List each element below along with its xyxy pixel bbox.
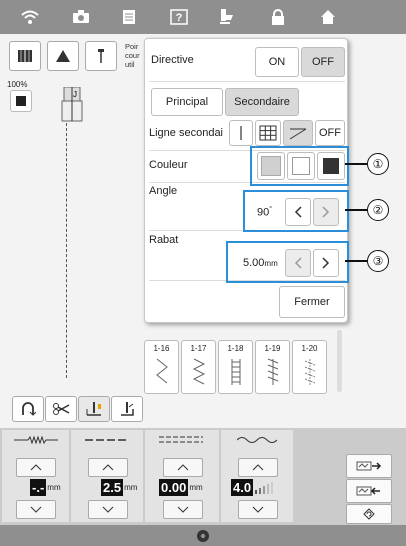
pressure-down-button[interactable] bbox=[238, 500, 278, 519]
tension-up-button[interactable] bbox=[163, 458, 203, 477]
stitch-number: 1-20 bbox=[301, 344, 318, 353]
length-value: 2.5 mm bbox=[101, 479, 137, 496]
info-line: Poir bbox=[125, 42, 139, 51]
length-down-button[interactable] bbox=[88, 500, 128, 519]
needle-icon[interactable] bbox=[85, 41, 117, 71]
close-button[interactable]: Fermer bbox=[279, 286, 345, 318]
wifi-icon[interactable] bbox=[18, 5, 42, 29]
stitch-number: 1-19 bbox=[264, 344, 281, 353]
directive-off-button[interactable]: OFF bbox=[301, 47, 345, 77]
info-line: util bbox=[125, 60, 135, 69]
length-unit: mm bbox=[124, 483, 138, 492]
tension-number: 0.00 bbox=[159, 479, 189, 496]
reset-icon[interactable] bbox=[346, 504, 392, 524]
pressure-number: 4.0 bbox=[231, 479, 254, 496]
pivot-icon[interactable] bbox=[111, 396, 143, 422]
status-bar bbox=[0, 525, 406, 546]
angle-label: Angle bbox=[149, 185, 178, 197]
svg-text:?: ? bbox=[176, 12, 183, 24]
thread-cutter-icon[interactable] bbox=[45, 396, 77, 422]
callout-1: ① bbox=[367, 153, 389, 175]
scrollbar[interactable] bbox=[337, 330, 342, 392]
ligne-secondaire-label: Ligne secondai bbox=[149, 127, 224, 139]
settings-gear-icon[interactable] bbox=[196, 529, 210, 543]
length-up-button[interactable] bbox=[88, 458, 128, 477]
tension-icon bbox=[159, 436, 203, 443]
tension-down-button[interactable] bbox=[163, 500, 203, 519]
stitch-length-icon bbox=[85, 439, 126, 441]
angled-line-icon[interactable] bbox=[283, 120, 313, 146]
top-bar: ? bbox=[0, 0, 406, 34]
lock-icon[interactable] bbox=[266, 5, 290, 29]
width-value: -.- mm bbox=[30, 479, 61, 496]
info-line: cour bbox=[125, 51, 140, 60]
wave-icon bbox=[237, 437, 277, 443]
stitch-tile[interactable]: 1-18 bbox=[218, 340, 253, 394]
tension-unit: mm bbox=[189, 483, 203, 492]
book-icon[interactable] bbox=[9, 41, 41, 71]
length-panel: 2.5 mm bbox=[71, 430, 143, 522]
directive-on-button[interactable]: ON bbox=[255, 47, 299, 77]
angle-highlight-box bbox=[243, 190, 349, 232]
grid-icon[interactable] bbox=[255, 120, 281, 146]
color-highlight-box bbox=[250, 146, 349, 186]
ligne-off-button[interactable]: OFF bbox=[315, 120, 345, 146]
separator bbox=[149, 81, 345, 82]
stitch-preview-line bbox=[66, 123, 67, 378]
stitch-number: 1-17 bbox=[190, 344, 207, 353]
width-unit: mm bbox=[47, 483, 61, 492]
tension-value: 0.00 mm bbox=[159, 479, 203, 496]
width-up-button[interactable] bbox=[16, 458, 56, 477]
zigzag-width-icon bbox=[14, 436, 58, 444]
line-single-button[interactable] bbox=[229, 120, 253, 146]
callout-line bbox=[345, 260, 367, 262]
tension-panel: 0.00 mm bbox=[145, 430, 219, 522]
stitch-tile[interactable]: 1-20 bbox=[292, 340, 327, 394]
stitch-tile[interactable]: 1-17 bbox=[181, 340, 216, 394]
couleur-label: Couleur bbox=[149, 159, 188, 171]
truncated-info-text: Poir cour util bbox=[125, 42, 144, 69]
camera-icon[interactable] bbox=[69, 5, 93, 29]
width-number: -.- bbox=[30, 479, 47, 496]
callout-line bbox=[345, 163, 367, 165]
tab-principal[interactable]: Principal bbox=[151, 88, 223, 116]
stitch-number: 1-18 bbox=[227, 344, 244, 353]
presser-foot-icon[interactable] bbox=[47, 41, 79, 71]
length-number: 2.5 bbox=[101, 479, 124, 496]
rabat-label: Rabat bbox=[149, 234, 179, 246]
stop-icon[interactable] bbox=[10, 90, 32, 112]
tab-secondaire[interactable]: Secondaire bbox=[225, 88, 299, 116]
width-down-button[interactable] bbox=[16, 500, 56, 519]
pressure-up-button[interactable] bbox=[238, 458, 278, 477]
pressure-value: 4.0 bbox=[231, 479, 274, 496]
document-icon[interactable] bbox=[117, 5, 141, 29]
width-panel: -.- mm bbox=[2, 430, 69, 522]
stitch-tile[interactable]: 1-16 bbox=[144, 340, 179, 394]
svg-text:J: J bbox=[73, 90, 77, 99]
callout-line bbox=[345, 209, 367, 211]
stitch-settings-panel: -.- mm 2.5 mm 0.00 mm 4.0 bbox=[0, 428, 406, 525]
directive-label: Directive bbox=[151, 54, 194, 66]
stitch-number: 1-16 bbox=[153, 344, 170, 353]
stitch-tile[interactable]: 1-19 bbox=[255, 340, 290, 394]
callout-2: ② bbox=[367, 199, 389, 221]
thread-icon[interactable] bbox=[215, 5, 239, 29]
pressure-panel: 4.0 bbox=[221, 430, 293, 522]
presser-foot-preview-icon: J bbox=[58, 86, 86, 123]
pressure-level-icon bbox=[255, 481, 274, 494]
zoom-label: 100% bbox=[7, 80, 28, 89]
memory-back-icon[interactable] bbox=[346, 479, 392, 503]
rabat-highlight-box bbox=[226, 241, 349, 283]
home-icon[interactable] bbox=[316, 5, 340, 29]
memory-forward-icon[interactable] bbox=[346, 454, 392, 478]
help-icon[interactable]: ? bbox=[167, 5, 191, 29]
needle-position-icon[interactable] bbox=[78, 396, 110, 422]
reverse-icon[interactable] bbox=[12, 396, 44, 422]
callout-3: ③ bbox=[367, 250, 389, 272]
